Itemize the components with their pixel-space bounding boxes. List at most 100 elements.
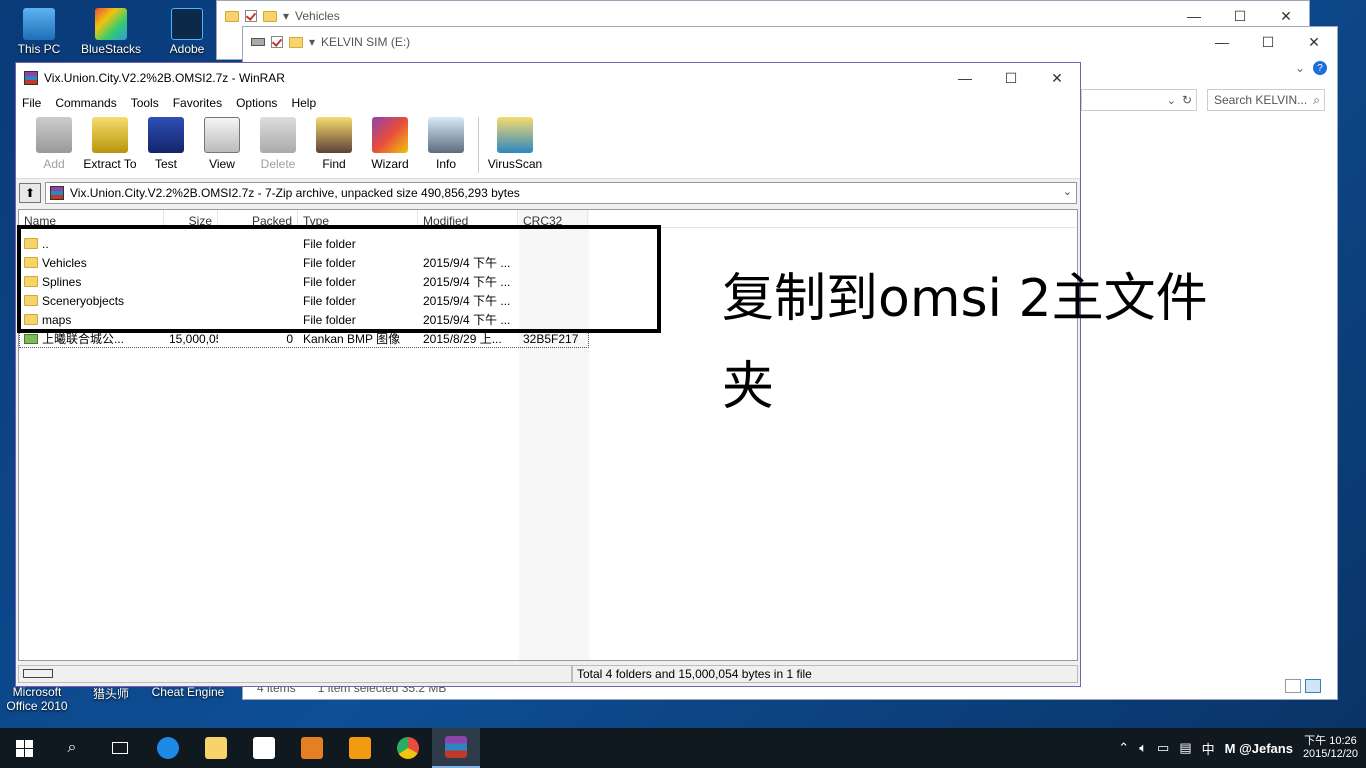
desktop-icon-this-pc[interactable]: This PC — [4, 8, 74, 56]
properties-icon[interactable] — [245, 10, 257, 22]
clock[interactable]: 下午 10:26 2015/12/20 — [1303, 735, 1358, 761]
info-icon — [428, 117, 464, 153]
taskbar: ⌕ ⌃ 🔈︎ ▭ ▤ 中 M @Jefans 下午 10:26 2015/12/… — [0, 728, 1366, 768]
chevron-down-icon[interactable]: ⌄ — [1063, 185, 1072, 198]
menu-help[interactable]: Help — [291, 96, 316, 110]
notification-icon[interactable]: ▤ — [1179, 740, 1191, 756]
search-icon: ⌕ — [1313, 92, 1320, 107]
window-title: KELVIN SIM (E:) — [321, 35, 411, 49]
photoshop-icon — [171, 8, 203, 40]
taskbar-explorer[interactable] — [192, 728, 240, 768]
bmp-file-icon — [24, 333, 38, 344]
status-summary: Total 4 folders and 15,000,054 bytes in … — [572, 665, 1078, 683]
task-view-button[interactable] — [96, 728, 144, 768]
chevron-up-icon[interactable]: ⌃ — [1118, 740, 1129, 756]
large-icons-view-icon[interactable] — [1305, 679, 1321, 693]
close-button[interactable]: ✕ — [1291, 27, 1337, 57]
minimize-button[interactable]: — — [1199, 27, 1245, 57]
chrome-icon — [397, 737, 419, 759]
menu-file[interactable]: File — [22, 96, 41, 110]
new-folder-icon[interactable] — [263, 10, 277, 22]
toolbar-separator — [478, 117, 479, 173]
taskbar-store[interactable] — [240, 728, 288, 768]
menu-bar: File Commands Tools Favorites Options He… — [16, 93, 1080, 113]
search-input[interactable]: Search KELVIN... ⌕ — [1207, 89, 1325, 111]
drive-icon — [251, 38, 265, 46]
taskbar-media[interactable] — [288, 728, 336, 768]
view-button[interactable]: View — [194, 117, 250, 171]
ime-indicator[interactable]: 中 — [1202, 739, 1215, 758]
taskbar-edge[interactable] — [144, 728, 192, 768]
view-icon — [204, 117, 240, 153]
menu-options[interactable]: Options — [236, 96, 277, 110]
menu-favorites[interactable]: Favorites — [173, 96, 222, 110]
winrar-icon — [445, 736, 467, 758]
test-button[interactable]: Test — [138, 117, 194, 171]
watermark-text: M @Jefans — [1224, 740, 1293, 756]
new-folder-icon[interactable] — [289, 36, 303, 48]
volume-icon[interactable]: 🔈︎ — [1139, 740, 1147, 756]
qat-dropdown-icon[interactable]: ▾ — [309, 35, 315, 49]
this-pc-icon — [23, 8, 55, 40]
info-button[interactable]: Info — [418, 117, 474, 171]
archive-icon — [50, 186, 64, 200]
address-dropdown-icon[interactable]: ⌄ — [1167, 94, 1176, 107]
folder-icon — [225, 10, 239, 22]
archive-path-dropdown[interactable]: Vix.Union.City.V2.2%2B.OMSI2.7z - 7-Zip … — [45, 182, 1077, 204]
find-button[interactable]: Find — [306, 117, 362, 171]
test-icon — [148, 117, 184, 153]
maximize-button[interactable]: ☐ — [1245, 27, 1291, 57]
maximize-button[interactable]: ☐ — [988, 63, 1034, 93]
close-button[interactable]: ✕ — [1034, 63, 1080, 93]
up-one-level-button[interactable]: ⬆ — [19, 183, 41, 203]
desktop-icon-app[interactable]: 猎头师 — [76, 685, 146, 702]
qat-dropdown-icon[interactable]: ▾ — [283, 9, 289, 23]
extract-icon — [92, 117, 128, 153]
extract-to-button[interactable]: Extract To — [82, 117, 138, 171]
annotation-text: 复制到omsi 2主文件夹 — [722, 269, 1208, 417]
store-icon — [253, 737, 275, 759]
status-left — [18, 665, 572, 683]
add-button[interactable]: Add — [26, 117, 82, 171]
delete-button[interactable]: Delete — [250, 117, 306, 171]
file-explorer-icon — [205, 737, 227, 759]
desktop-icon-bluestacks[interactable]: BlueStacks — [76, 8, 146, 56]
status-bar: Total 4 folders and 15,000,054 bytes in … — [18, 664, 1078, 684]
menu-commands[interactable]: Commands — [55, 96, 116, 110]
title-bar[interactable]: Vix.Union.City.V2.2%2B.OMSI2.7z - WinRAR… — [16, 63, 1080, 93]
desktop-icon-adobe[interactable]: Adobe — [152, 8, 222, 56]
start-button[interactable] — [0, 728, 48, 768]
media-player-icon — [301, 737, 323, 759]
task-view-icon — [112, 742, 128, 754]
find-icon — [316, 117, 352, 153]
menu-tools[interactable]: Tools — [131, 96, 159, 110]
search-icon: ⌕ — [67, 739, 77, 756]
wizard-button[interactable]: Wizard — [362, 117, 418, 171]
wizard-icon — [372, 117, 408, 153]
properties-icon[interactable] — [271, 36, 283, 48]
add-icon — [36, 117, 72, 153]
up-arrow-icon: ⬆ — [24, 186, 36, 200]
highlight-box — [17, 225, 661, 333]
taskbar-winrar[interactable] — [432, 728, 480, 768]
winrar-icon — [24, 71, 38, 85]
windows-icon — [15, 739, 33, 757]
search-button[interactable]: ⌕ — [48, 728, 96, 768]
network-icon[interactable]: ▭ — [1157, 740, 1169, 756]
window-title: Vix.Union.City.V2.2%2B.OMSI2.7z - WinRAR — [44, 71, 285, 85]
virusscan-button[interactable]: VirusScan — [483, 117, 547, 171]
help-icon[interactable]: ? — [1313, 61, 1327, 75]
delete-icon — [260, 117, 296, 153]
bluestacks-icon — [95, 8, 127, 40]
desktop-icon-office[interactable]: Microsoft Office 2010 — [2, 685, 72, 713]
virusscan-icon — [497, 117, 533, 153]
taskbar-chrome[interactable] — [384, 728, 432, 768]
details-view-icon[interactable] — [1285, 679, 1301, 693]
drive-key-icon[interactable] — [23, 669, 53, 678]
desktop-icon-cheat-engine[interactable]: Cheat Engine — [150, 685, 226, 699]
app-icon — [349, 737, 371, 759]
ribbon-expand-icon[interactable]: ⌄ — [1295, 61, 1305, 75]
taskbar-app[interactable] — [336, 728, 384, 768]
minimize-button[interactable]: — — [942, 63, 988, 93]
refresh-icon[interactable]: ↻ — [1182, 93, 1192, 107]
